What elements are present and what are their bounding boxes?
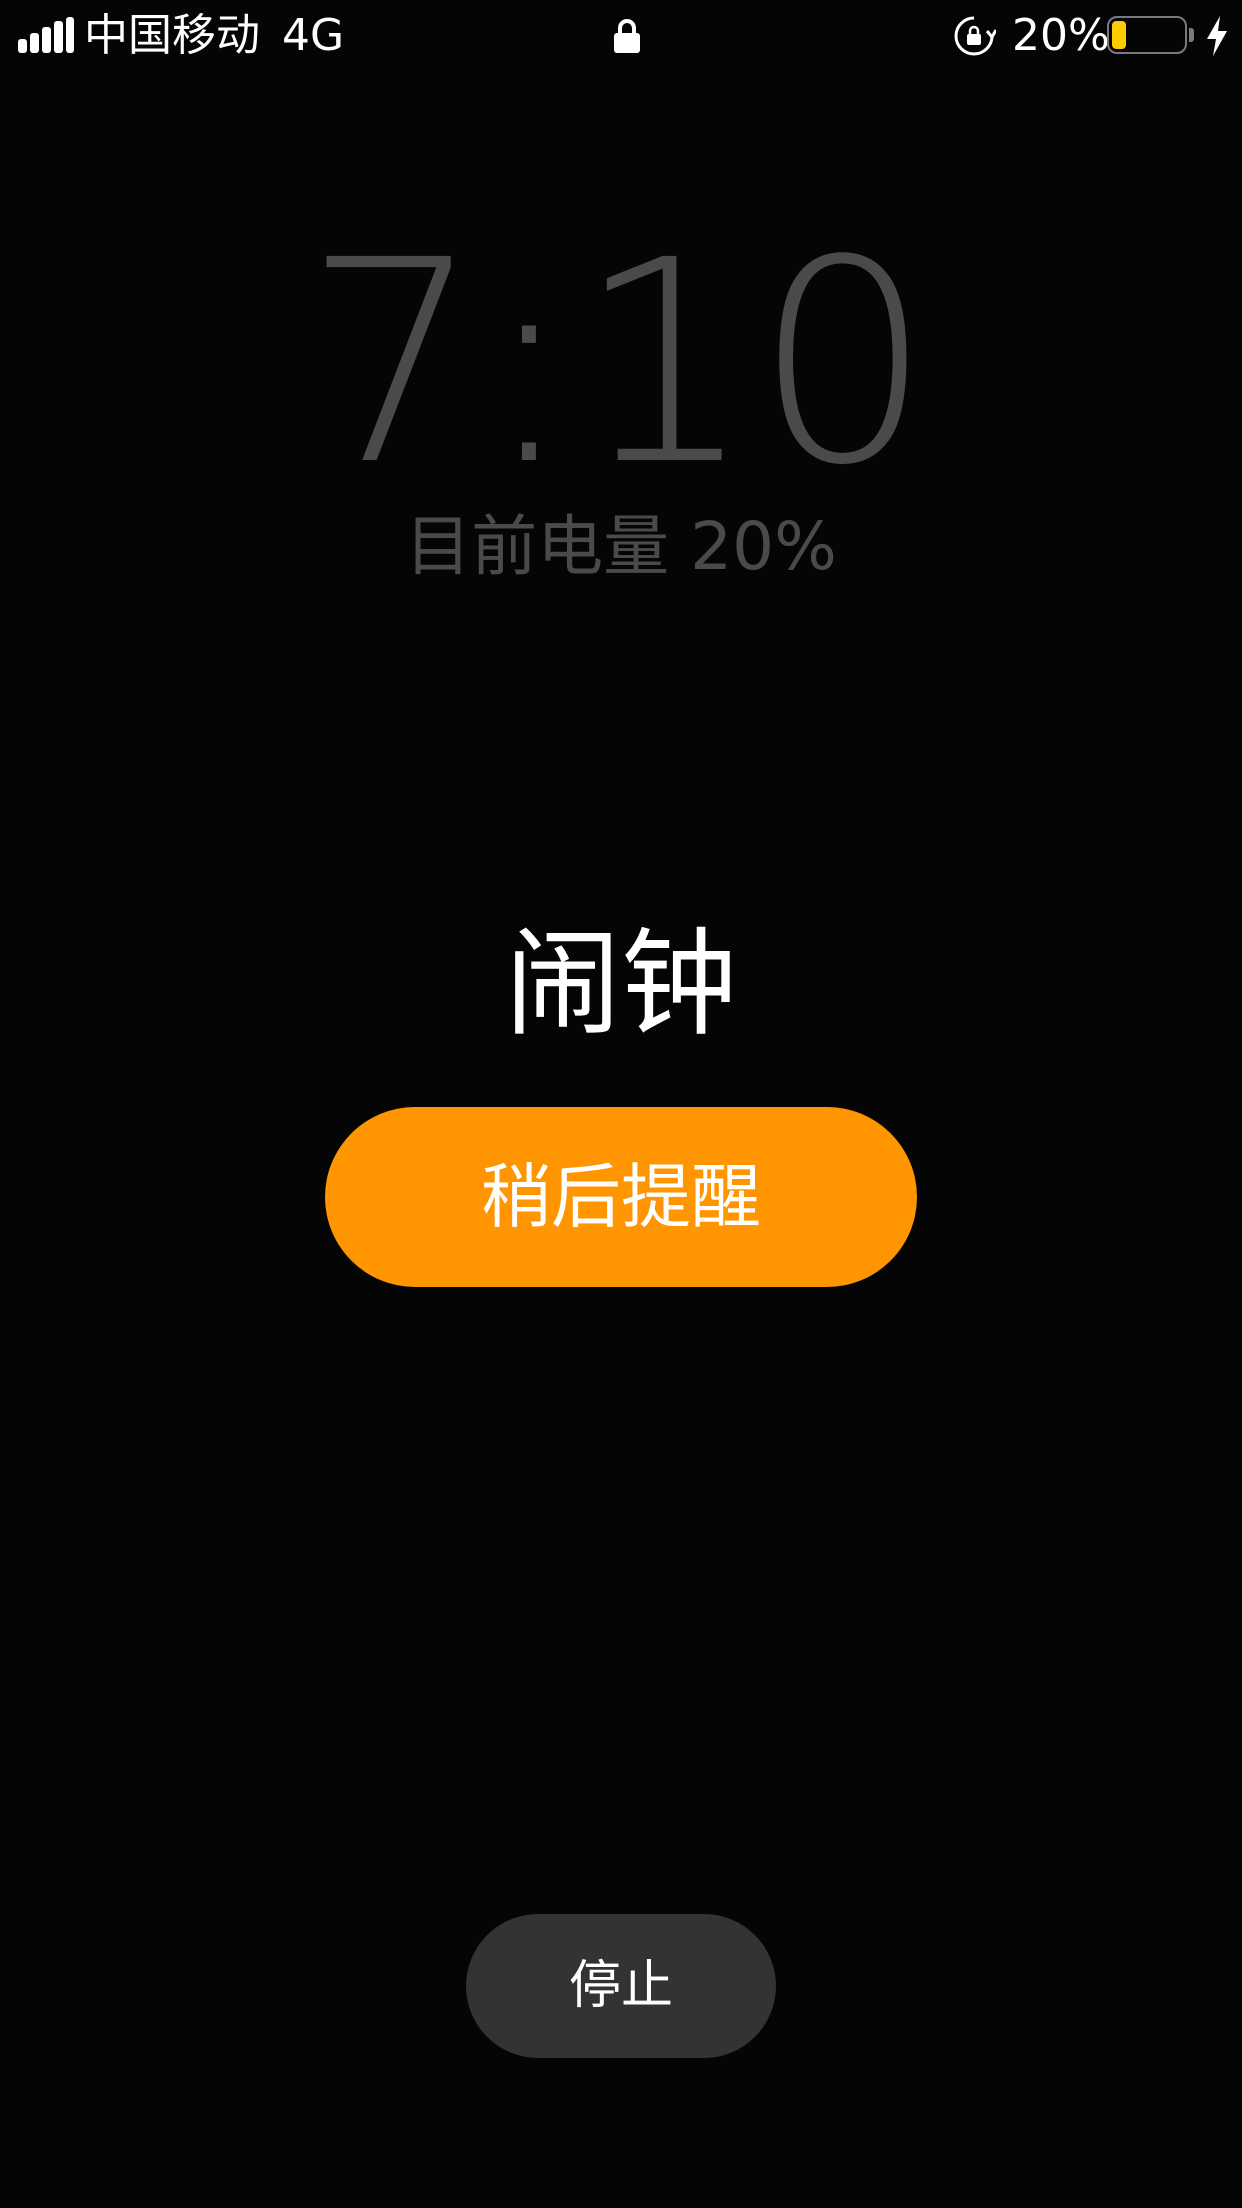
network-type: 4G [282,10,345,61]
clock-time: 7:10 [304,238,933,478]
alarm-title: 闹钟 [505,917,737,1052]
battery-status-text: 目前电量 20% [405,508,837,585]
rotation-lock-icon [952,14,998,58]
signal-strength-icon [18,17,74,53]
clock-digits: 7:10 [304,238,933,478]
status-bar: 中国移动 4G 20% [0,0,1242,72]
snooze-button[interactable]: 稍后提醒 [325,1107,917,1287]
carrier-name: 中国移动 [84,10,260,61]
lock-icon [613,18,641,54]
bolt-icon [1204,14,1230,58]
stop-button[interactable]: 停止 [466,1914,776,2058]
battery-percent: 20% [1012,10,1110,61]
battery-icon [1107,16,1197,56]
battery-level-fill [1112,21,1126,49]
lock-screen-clock: 7:10 [0,238,1242,478]
